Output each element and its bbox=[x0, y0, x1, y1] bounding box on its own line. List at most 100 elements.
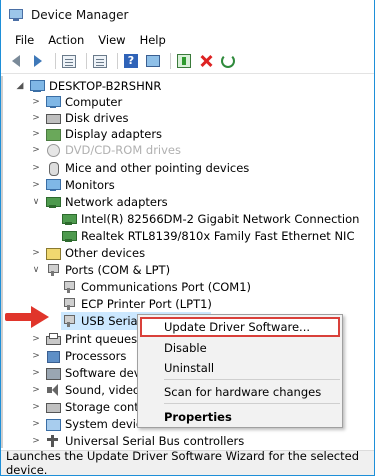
device-label: Intel(R) 82566DM-2 Gigabit Network Conne… bbox=[81, 212, 360, 226]
expand-chevron-icon[interactable]: > bbox=[31, 163, 41, 173]
context-menu: Update Driver Software... Disable Uninst… bbox=[137, 314, 343, 428]
device-label: Realtek RTL8139/810x Family Fast Etherne… bbox=[81, 229, 355, 243]
expand-chevron-icon[interactable]: > bbox=[31, 385, 41, 395]
expand-chevron-icon[interactable]: > bbox=[31, 334, 41, 344]
software-icon bbox=[45, 366, 61, 380]
update-driver-icon bbox=[177, 54, 191, 68]
disable-menu-item[interactable]: Disable bbox=[164, 341, 207, 355]
expand-chevron-icon[interactable]: > bbox=[31, 419, 41, 429]
toolbar-separator bbox=[86, 53, 87, 69]
category-label: Processors bbox=[65, 349, 127, 363]
menu-action[interactable]: Action bbox=[41, 33, 91, 47]
show-hide-console-tree-button[interactable] bbox=[60, 52, 78, 70]
port-icon bbox=[61, 280, 77, 294]
storage-icon bbox=[45, 400, 61, 414]
expand-chevron-icon[interactable]: > bbox=[31, 129, 41, 139]
properties-icon bbox=[93, 54, 107, 68]
status-text: Launches the Update Driver Software Wiza… bbox=[6, 449, 360, 476]
expand-chevron-icon[interactable]: > bbox=[31, 248, 41, 258]
menu-help[interactable]: Help bbox=[133, 33, 173, 47]
menu-file[interactable]: File bbox=[1, 33, 41, 47]
toolbar-separator bbox=[170, 53, 171, 69]
tree-item-realtek-nic[interactable]: Realtek RTL8139/810x Family Fast Etherne… bbox=[61, 227, 354, 245]
device-manager-icon bbox=[9, 8, 25, 22]
display-icon bbox=[45, 127, 61, 141]
other-devices-icon bbox=[45, 246, 61, 260]
toolbar-separator bbox=[117, 53, 118, 69]
menu-separator bbox=[164, 379, 340, 380]
uninstall-device-button[interactable] bbox=[197, 52, 215, 70]
device-manager-window: Device Manager File Action View Help ? ◢… bbox=[0, 0, 375, 476]
menu-bar: File Action View Help bbox=[1, 30, 374, 49]
uninstall-menu-item[interactable]: Uninstall bbox=[164, 361, 214, 375]
category-label: Print queues bbox=[65, 332, 138, 346]
expand-chevron-icon[interactable]: > bbox=[31, 436, 41, 446]
root-label: DESKTOP-B2RSHNR bbox=[49, 79, 162, 93]
tree-item-intel-nic[interactable]: Intel(R) 82566DM-2 Gigabit Network Conne… bbox=[61, 210, 359, 228]
category-label: Computer bbox=[65, 95, 123, 109]
usb-icon bbox=[45, 434, 61, 448]
tree-item-dvd[interactable]: > DVD/CD-ROM drives bbox=[31, 141, 181, 159]
dvd-icon bbox=[45, 143, 61, 157]
tree-item-network-adapters[interactable]: ∨ Network adapters bbox=[31, 193, 168, 211]
scan-hardware-button[interactable] bbox=[219, 52, 237, 70]
device-label: Communications Port (COM1) bbox=[81, 280, 252, 294]
back-button[interactable] bbox=[7, 52, 25, 70]
disk-icon bbox=[45, 111, 61, 125]
category-label: Mice and other pointing devices bbox=[65, 161, 250, 175]
port-icon bbox=[61, 297, 77, 311]
expand-chevron-icon[interactable]: > bbox=[31, 402, 41, 412]
menu-separator bbox=[164, 403, 340, 404]
expand-chevron-icon[interactable]: > bbox=[31, 97, 41, 107]
computer-icon bbox=[45, 95, 61, 109]
expand-chevron-icon[interactable]: > bbox=[31, 113, 41, 123]
expand-chevron-icon[interactable]: > bbox=[31, 351, 41, 361]
category-label: Monitors bbox=[65, 178, 115, 192]
update-driver-menu-item[interactable]: Update Driver Software... bbox=[164, 320, 310, 334]
menu-view[interactable]: View bbox=[91, 33, 132, 47]
tree-left-border bbox=[1, 76, 3, 448]
tree-item-ports[interactable]: ∨ Ports (COM & LPT) bbox=[31, 261, 170, 279]
category-label: DVD/CD-ROM drives bbox=[65, 143, 181, 157]
tree-item-print-queues[interactable]: > Print queues bbox=[31, 330, 137, 348]
help-button[interactable]: ? bbox=[122, 52, 140, 70]
category-label: Ports (COM & LPT) bbox=[65, 263, 171, 277]
category-label: Display adapters bbox=[65, 127, 163, 141]
tree-item-com1[interactable]: Communications Port (COM1) bbox=[61, 278, 251, 296]
console-tree-icon bbox=[62, 54, 76, 68]
expand-chevron-icon[interactable]: > bbox=[31, 180, 41, 190]
port-icon bbox=[61, 314, 77, 328]
tree-item-lpt1[interactable]: ECP Printer Port (LPT1) bbox=[61, 295, 212, 313]
tree-item-mice[interactable]: > Mice and other pointing devices bbox=[31, 159, 249, 177]
processor-icon bbox=[45, 349, 61, 363]
tree-item-monitors[interactable]: > Monitors bbox=[31, 176, 115, 194]
expand-chevron-icon[interactable]: > bbox=[31, 368, 41, 378]
system-icon bbox=[45, 417, 61, 431]
update-driver-button[interactable] bbox=[175, 52, 193, 70]
collapse-chevron-icon[interactable]: ∨ bbox=[31, 197, 41, 207]
expand-chevron-icon[interactable]: > bbox=[31, 145, 41, 155]
show-computer-button[interactable] bbox=[144, 52, 162, 70]
tree-item-usb-controllers[interactable]: > Universal Serial Bus controllers bbox=[31, 432, 244, 450]
forward-button[interactable] bbox=[29, 52, 47, 70]
network-icon bbox=[45, 195, 61, 209]
category-label: Universal Serial Bus controllers bbox=[65, 434, 245, 448]
uninstall-icon bbox=[199, 54, 213, 68]
back-arrow-icon bbox=[12, 55, 20, 67]
properties-button[interactable] bbox=[91, 52, 109, 70]
category-label: Network adapters bbox=[65, 195, 168, 209]
sound-icon bbox=[45, 383, 61, 397]
port-icon bbox=[45, 263, 61, 277]
forward-arrow-icon bbox=[34, 55, 42, 67]
network-icon bbox=[61, 229, 77, 243]
computer-icon bbox=[29, 79, 45, 93]
category-label: Other devices bbox=[65, 246, 146, 260]
tree-item-processors[interactable]: > Processors bbox=[31, 347, 126, 365]
tree-item-other-devices[interactable]: > Other devices bbox=[31, 244, 145, 262]
properties-menu-item[interactable]: Properties bbox=[164, 410, 232, 424]
monitor-icon bbox=[146, 55, 160, 67]
scan-hardware-menu-item[interactable]: Scan for hardware changes bbox=[164, 385, 321, 399]
collapse-chevron-icon[interactable]: ∨ bbox=[31, 265, 41, 275]
collapse-chevron-icon[interactable]: ◢ bbox=[15, 81, 25, 91]
monitor-icon bbox=[45, 178, 61, 192]
